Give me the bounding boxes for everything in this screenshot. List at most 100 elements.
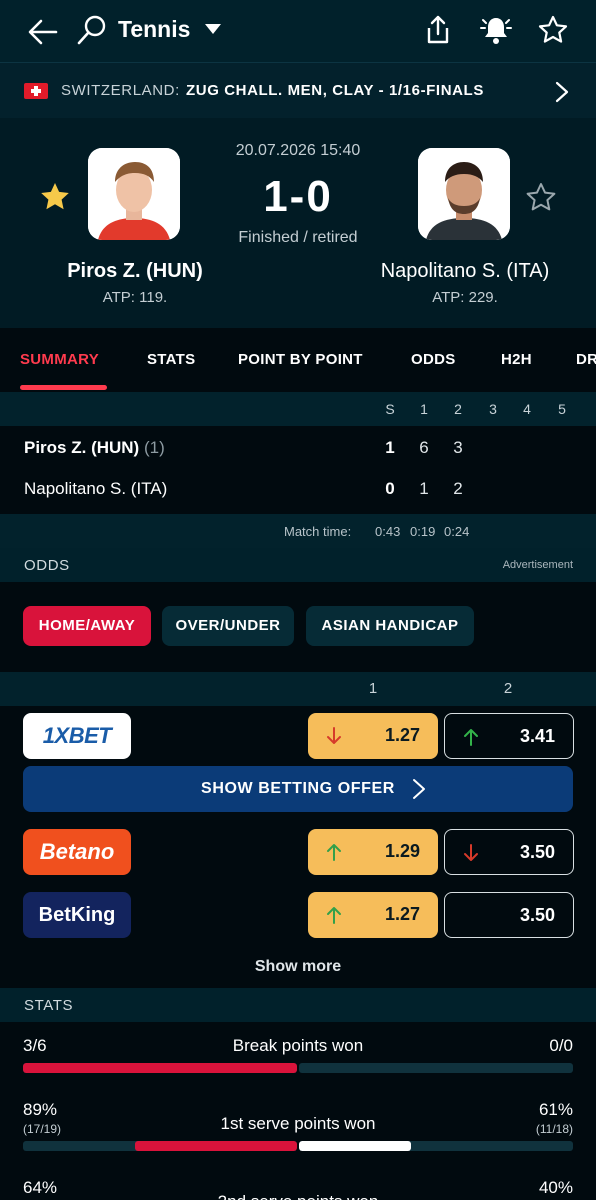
scoreboard-home-seed: (1)	[143, 438, 165, 457]
stat-away-value: 61%	[538, 1100, 573, 1119]
odds-section-title: ODDS	[24, 557, 70, 574]
odd-betano-home[interactable]: 1.29	[308, 829, 438, 875]
stat-home-bar-fill	[135, 1141, 297, 1151]
show-betting-offer-label: SHOW BETTING OFFER	[201, 780, 395, 797]
tab-odds[interactable]: ODDS	[411, 351, 456, 368]
home-set2: 3	[453, 438, 463, 457]
filter-asian-handicap[interactable]: ASIAN HANDICAP	[306, 606, 474, 646]
tennis-racket-icon	[77, 15, 106, 45]
show-more-link[interactable]: Show more	[0, 958, 596, 976]
match-score: 1-0	[263, 172, 333, 221]
bookmaker-betano-logo[interactable]: Betano	[23, 829, 131, 875]
stat-label: Break points won	[232, 1036, 364, 1055]
odd-betano-away[interactable]: 3.50	[444, 829, 574, 875]
tab-draw[interactable]: DRAW	[576, 351, 596, 368]
league-bar[interactable]: SWITZERLAND: ZUG CHALL. MEN, CLAY - 1/16…	[0, 62, 596, 118]
match-header: 20.07.2026 15:40 1-0 Finished / retired …	[0, 118, 596, 328]
odd-1xbet-home[interactable]: 1.27	[308, 713, 438, 759]
match-time-set1: 0:19	[410, 524, 436, 539]
stat-label: 2nd serve points won	[0, 1192, 596, 1200]
odds-section-header: ODDS Advertisement	[0, 548, 596, 582]
match-time-total: 0:43	[375, 524, 401, 539]
arrow-up-icon	[327, 907, 341, 924]
odd-value: 3.41	[519, 726, 555, 746]
match-time-set2: 0:24	[444, 524, 470, 539]
tab-point-by-point[interactable]: POINT BY POINT	[238, 351, 363, 368]
bookmaker-1xbet-logo[interactable]: 1XBET	[23, 713, 131, 759]
stat-away-value: 0/0	[549, 1036, 573, 1055]
active-tab-indicator	[20, 385, 107, 390]
chevron-right-icon	[413, 779, 425, 799]
league-name: ZUG CHALL. MEN, CLAY - 1/16-FINALS	[186, 82, 484, 99]
scoreboard-col-set2: 2	[454, 401, 462, 417]
home-player-rank: ATP: 119.	[102, 289, 168, 306]
chevron-right-icon[interactable]	[553, 81, 571, 103]
odds-filters: HOME/AWAY OVER/UNDER ASIAN HANDICAP	[0, 582, 596, 672]
stat-away-value: 40%	[538, 1178, 573, 1197]
stat-away-value-wrap: 61% (11/18)	[536, 1100, 573, 1136]
odd-value: 1.27	[384, 725, 420, 745]
top-bar: Tennis	[0, 0, 596, 62]
odd-1xbet-away[interactable]: 3.41	[444, 713, 574, 759]
scoreboard-row-away[interactable]: Napolitano S. (ITA) 0 1 2	[0, 470, 596, 510]
match-datetime: 20.07.2026 15:40	[235, 142, 361, 159]
chevron-down-icon[interactable]	[205, 24, 221, 34]
home-set1: 6	[419, 438, 429, 457]
scoreboard-col-set3: 3	[489, 401, 497, 417]
match-tabs: SUMMARY STATS POINT BY POINT ODDS H2H DR…	[0, 328, 596, 392]
match-time-label: Match time:	[284, 524, 352, 539]
stat-away-bar-fill	[299, 1141, 412, 1151]
odd-betking-home[interactable]: 1.27	[308, 892, 438, 938]
scoreboard-col-set4: 4	[523, 401, 531, 417]
odd-value: 1.27	[384, 904, 420, 924]
odd-betking-away[interactable]: 3.50	[444, 892, 574, 938]
stats-section-title: STATS	[24, 997, 74, 1014]
stat-home-bar	[23, 1063, 297, 1073]
away-player-rank: ATP: 229.	[432, 289, 498, 306]
arrow-up-icon	[327, 844, 341, 861]
odds-col-away: 2	[503, 680, 513, 697]
sport-title[interactable]: Tennis	[118, 16, 190, 43]
share-icon[interactable]	[424, 14, 452, 46]
scoreboard: S 1 2 3 4 5 Piros Z. (HUN) (1) 1 6 3 Nap…	[0, 392, 596, 548]
home-player-name[interactable]: Piros Z. (HUN)	[30, 260, 240, 283]
stat-home-bar	[23, 1141, 297, 1151]
arrow-down-icon	[327, 727, 341, 744]
filter-over-under[interactable]: OVER/UNDER	[162, 606, 294, 646]
scoreboard-col-set1: 1	[420, 401, 428, 417]
stats-section-header: STATS	[0, 988, 596, 1022]
scoreboard-row-home[interactable]: Piros Z. (HUN) (1) 1 6 3	[0, 429, 596, 469]
scoreboard-away-name: Napolitano S. (ITA)	[24, 479, 168, 498]
odd-value: 3.50	[519, 905, 555, 925]
tab-summary[interactable]: SUMMARY	[20, 351, 99, 368]
stat-home-bar-fill	[23, 1063, 297, 1073]
away-sets: 0	[385, 479, 395, 498]
scoreboard-col-set5: 5	[558, 401, 566, 417]
stat-label: 1st serve points won	[220, 1114, 376, 1133]
bell-alert-icon[interactable]	[479, 14, 513, 46]
league-country: SWITZERLAND:	[61, 82, 180, 99]
away-player-name[interactable]: Napolitano S. (ITA)	[360, 260, 570, 283]
stat-break-points: 3/6 Break points won 0/0	[0, 1036, 596, 1076]
arrow-up-icon	[464, 729, 478, 746]
back-arrow-icon[interactable]	[26, 15, 60, 49]
filter-home-away[interactable]: HOME/AWAY	[23, 606, 151, 646]
show-betting-offer-button[interactable]: SHOW BETTING OFFER	[23, 766, 573, 812]
tab-h2h[interactable]: H2H	[501, 351, 532, 368]
scoreboard-header: S 1 2 3 4 5	[0, 392, 596, 426]
bookmaker-betking-logo[interactable]: BetKing	[23, 892, 131, 938]
match-status: Finished / retired	[238, 229, 358, 246]
match-time-row: Match time: 0:43 0:19 0:24	[0, 514, 596, 548]
scoreboard-home-name-wrap: Piros Z. (HUN) (1)	[24, 438, 165, 458]
stat-away-bar	[299, 1063, 573, 1073]
away-set1: 1	[419, 479, 429, 498]
tab-stats[interactable]: STATS	[147, 351, 195, 368]
stat-away-bar	[299, 1141, 573, 1151]
stat-first-serve: 89% (17/19) 1st serve points won 61% (11/1…	[0, 1100, 596, 1156]
arrow-down-icon	[464, 844, 478, 861]
odds-col-home: 1	[368, 680, 378, 697]
stat-away-sub: (11/18)	[535, 1122, 573, 1136]
away-set2: 2	[453, 479, 463, 498]
advertisement-label: Advertisement	[502, 559, 573, 571]
favorite-star-icon[interactable]	[537, 14, 569, 46]
